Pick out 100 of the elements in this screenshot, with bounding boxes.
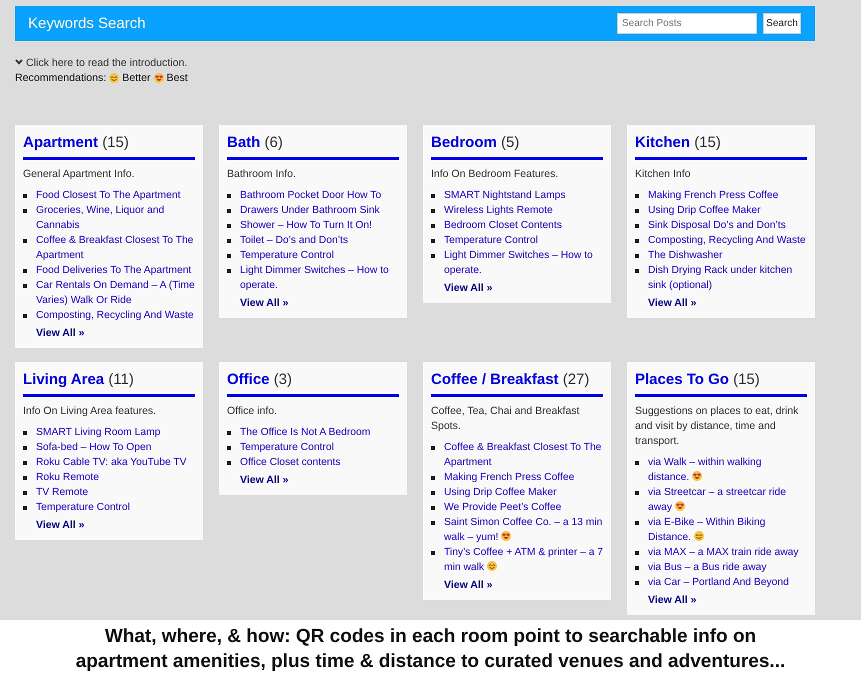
site-title: Keywords Search bbox=[28, 14, 146, 34]
bullet-icon bbox=[431, 238, 435, 242]
post-link[interactable]: Food Deliveries To The Apartment bbox=[36, 263, 192, 278]
post-link[interactable]: Drawers Under Bathroom Sink bbox=[240, 203, 380, 218]
post-count: (27) bbox=[562, 371, 590, 388]
bullet-icon bbox=[635, 460, 639, 464]
bullet-icon bbox=[23, 490, 27, 494]
post-link[interactable]: We Provide Peet’s Coffee bbox=[444, 500, 562, 515]
post-link[interactable]: Office Closet contents bbox=[240, 455, 341, 470]
intro-link[interactable]: Click here to read the introduction. bbox=[15, 56, 188, 68]
smiling-face-icon bbox=[487, 561, 498, 571]
post-link[interactable]: Temperature Control bbox=[36, 500, 130, 515]
post-link[interactable]: Sofa-bed – How To Open bbox=[36, 440, 152, 455]
post-link[interactable]: via E-Bike – Within Biking Distance. bbox=[648, 515, 807, 545]
post-link[interactable]: Composting, Recycling And Waste bbox=[36, 308, 194, 323]
heart-eyes-face-icon bbox=[692, 471, 702, 481]
bullet-icon bbox=[431, 490, 435, 494]
bullet-icon bbox=[635, 580, 639, 584]
post-count: (15) bbox=[694, 134, 721, 151]
post-link[interactable]: The Dishwasher bbox=[648, 248, 722, 263]
bullet-icon bbox=[23, 446, 27, 450]
bullet-icon bbox=[431, 194, 435, 198]
post-count: (11) bbox=[108, 371, 134, 388]
smiling-face-icon bbox=[694, 531, 704, 541]
bullet-icon bbox=[431, 254, 435, 258]
category-description: Info On Living Area features. bbox=[23, 404, 158, 419]
heart-eyes-face-icon bbox=[501, 531, 512, 541]
bullet-icon bbox=[23, 208, 27, 212]
post-link[interactable]: Coffee & Breakfast Closest To The Apartment bbox=[444, 440, 603, 470]
post-link[interactable]: SMART Nightstand Lamps bbox=[444, 188, 566, 203]
heart-eyes-face-icon bbox=[675, 501, 686, 511]
search-field[interactable]: Search Posts bbox=[617, 13, 757, 34]
bullet-icon bbox=[227, 254, 231, 258]
post-link[interactable]: Coffee & Breakfast Closest To The Apartment bbox=[36, 233, 195, 263]
post-link[interactable]: Food Closest To The Apartment bbox=[36, 188, 180, 203]
bullet-icon bbox=[227, 194, 231, 198]
post-link[interactable]: Wireless Lights Remote bbox=[444, 203, 553, 218]
post-link[interactable]: via Walk – within walking distance. bbox=[648, 455, 807, 485]
category-title-link[interactable]: Bath bbox=[227, 134, 260, 151]
view-all-link[interactable]: View All » bbox=[648, 296, 696, 311]
post-link[interactable]: TV Remote bbox=[36, 485, 88, 500]
view-all-link[interactable]: View All » bbox=[444, 281, 492, 296]
bullet-icon bbox=[635, 490, 639, 494]
view-all-link[interactable]: View All » bbox=[240, 473, 288, 488]
bullet-icon bbox=[635, 224, 639, 228]
legend-label: Best bbox=[166, 70, 188, 86]
post-link[interactable]: via MAX – a MAX train ride away bbox=[648, 545, 799, 560]
post-link[interactable]: Groceries, Wine, Liquor and Cannabis bbox=[36, 203, 195, 233]
category-description: Coffee, Tea, Chai and Breakfast Spots. bbox=[431, 404, 580, 434]
category-title-link[interactable]: Kitchen bbox=[635, 134, 690, 151]
post-link[interactable]: Toilet – Do’s and Don’ts bbox=[240, 233, 348, 248]
post-link[interactable]: Sink Disposal Do’s and Don’ts bbox=[648, 218, 786, 233]
view-all-link[interactable]: View All » bbox=[36, 326, 84, 341]
post-link[interactable]: Bathroom Pocket Door How To bbox=[240, 188, 382, 203]
search-button[interactable]: Search bbox=[763, 13, 801, 34]
category-title-link[interactable]: Bedroom bbox=[431, 134, 497, 151]
post-link[interactable]: Dish Drying Rack under kitchen sink (optional) bbox=[648, 263, 807, 293]
view-all-link[interactable]: View All » bbox=[444, 578, 492, 593]
bullet-icon bbox=[227, 430, 231, 434]
bullet-icon bbox=[23, 430, 27, 434]
post-link[interactable]: Composting, Recycling And Waste bbox=[648, 233, 806, 248]
post-link[interactable]: Bedroom Closet Contents bbox=[444, 218, 562, 233]
post-link[interactable]: via Car – Portland And Beyond bbox=[648, 575, 789, 590]
post-link[interactable]: Tiny’s Coffee + ATM & printer – a 7 min walk bbox=[444, 545, 603, 575]
post-link[interactable]: Using Drip Coffee Maker bbox=[444, 485, 557, 500]
view-all-link[interactable]: View All » bbox=[36, 518, 84, 533]
post-link[interactable]: Making French Press Coffee bbox=[444, 470, 574, 485]
post-link[interactable]: Making French Press Coffee bbox=[648, 188, 778, 203]
post-link[interactable]: Light Dimmer Switches – How to operate. bbox=[444, 248, 603, 278]
post-link[interactable]: Shower – How To Turn It On! bbox=[240, 218, 372, 233]
post-link[interactable]: Car Rentals On Demand – A (Time Varies) Walk Or Ride bbox=[36, 278, 195, 308]
bullet-icon bbox=[23, 268, 27, 272]
category-description: Info On Bedroom Features. bbox=[431, 167, 560, 182]
post-count: (15) bbox=[733, 371, 760, 388]
post-link[interactable]: Using Drip Coffee Maker bbox=[648, 203, 761, 218]
post-link[interactable]: The Office Is Not A Bedroom bbox=[240, 425, 370, 440]
bullet-icon bbox=[635, 238, 639, 242]
bullet-icon bbox=[227, 268, 231, 272]
view-all-link[interactable]: View All » bbox=[648, 593, 696, 608]
category-title-link[interactable]: Places To Go bbox=[635, 371, 729, 388]
bullet-icon bbox=[23, 506, 27, 510]
bullet-icon bbox=[635, 550, 639, 554]
bullet-icon bbox=[227, 224, 231, 228]
post-link[interactable]: Temperature Control bbox=[444, 233, 538, 248]
post-link[interactable]: Light Dimmer Switches – How to operate. bbox=[240, 263, 399, 293]
post-link[interactable]: Roku Remote bbox=[36, 470, 99, 485]
post-link[interactable]: Roku Cable TV: aka YouTube TV bbox=[36, 455, 187, 470]
category-description: Suggestions on places to eat, drink and visit by distance, time and transport. bbox=[635, 404, 800, 449]
category-title-link[interactable]: Living Area bbox=[23, 371, 104, 388]
post-link[interactable]: SMART Living Room Lamp bbox=[36, 425, 160, 440]
bullet-icon bbox=[227, 208, 231, 212]
view-all-link[interactable]: View All » bbox=[240, 296, 288, 311]
category-title-link[interactable]: Coffee / Breakfast bbox=[431, 371, 559, 388]
post-link[interactable]: Temperature Control bbox=[240, 248, 334, 263]
category-title-link[interactable]: Apartment bbox=[23, 134, 98, 151]
bullet-icon bbox=[23, 314, 27, 318]
post-link[interactable]: Saint Simon Coffee Co. – a 13 min walk – yum! bbox=[444, 515, 603, 545]
category-title-link[interactable]: Office bbox=[227, 371, 270, 388]
post-link[interactable]: Temperature Control bbox=[240, 440, 334, 455]
post-link[interactable]: via Bus – a Bus ride away bbox=[648, 560, 766, 575]
